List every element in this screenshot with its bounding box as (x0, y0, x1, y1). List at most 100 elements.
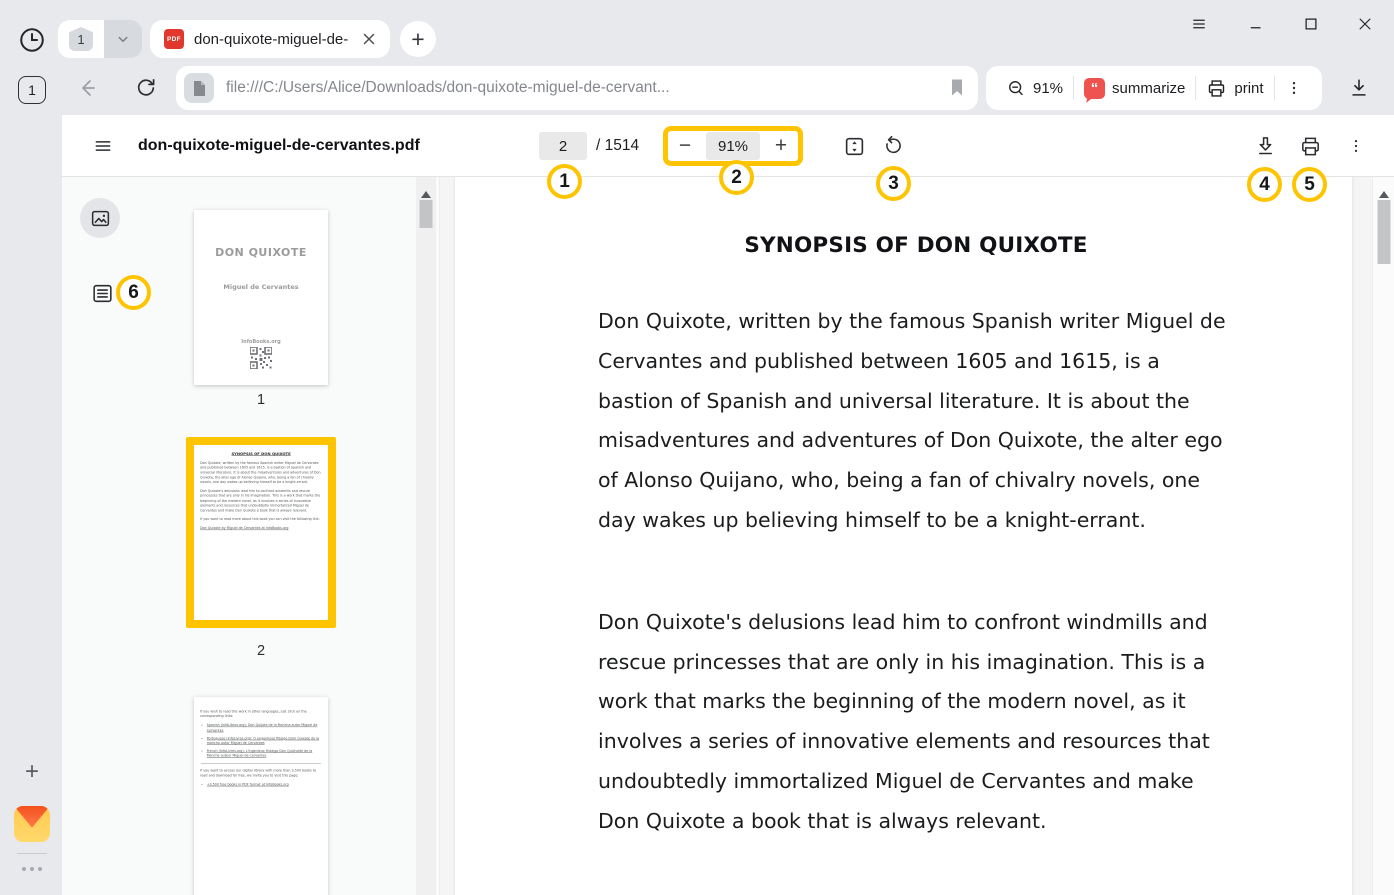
tiny-line: If you want to access our digital librar… (200, 768, 322, 778)
printer-icon (1299, 135, 1322, 158)
download-icon (1348, 77, 1370, 99)
tiny-link: +3,500 free books in PDF format at InfoB… (207, 782, 322, 787)
close-icon (1356, 15, 1374, 33)
tiny-link: Don Quixote by Miguel de Cervantes at In… (200, 526, 322, 531)
rail-more-button[interactable] (20, 862, 44, 876)
left-rail: 1 + (0, 60, 62, 895)
tab-group-expand-button[interactable] (104, 20, 142, 58)
summarize-quote-icon: “ (1084, 78, 1105, 99)
kebab-menu-icon (1285, 79, 1303, 97)
tab-group-button[interactable]: 1 (58, 20, 104, 58)
download-arrow-icon (1254, 135, 1277, 158)
page-thumbnail-2-content: SYNOPSIS OF DON QUIXOTE Don Quixote, wri… (194, 445, 328, 620)
sidebar-scrollbar[interactable] (416, 177, 436, 895)
address-toolbar: file:///C:/Users/Alice/Downloads/don-qui… (62, 60, 1394, 115)
clock-icon (17, 25, 47, 55)
scroll-up-arrow[interactable] (421, 186, 431, 198)
downloads-button[interactable] (1344, 74, 1374, 102)
cover-site: InfoBooks.org (194, 339, 328, 345)
maximize-button[interactable] (1296, 10, 1326, 38)
rail-add-button[interactable]: + (20, 760, 44, 784)
thumbnails-view-button[interactable] (80, 198, 120, 238)
pdf-filename: don-quixote-miguel-de-cervantes.pdf (138, 115, 420, 177)
url-text: file:///C:/Users/Alice/Downloads/don-qui… (226, 79, 948, 97)
tiny-link: French (InfoLivres.org): L'Ingenieux Hid… (207, 749, 322, 759)
thumbnail-page-number: 2 (194, 643, 328, 659)
rail-divider (17, 853, 47, 854)
page-zoom-indicator[interactable]: 91% (996, 66, 1073, 110)
tiny-line: If you wish to read this work in other l… (200, 709, 322, 719)
page-count-label: / 1514 (596, 115, 639, 177)
zoom-level-value[interactable]: 91% (706, 132, 760, 160)
minimize-button[interactable] (1241, 10, 1271, 38)
tab-close-button[interactable] (358, 28, 380, 50)
maximize-icon (1302, 15, 1320, 33)
document-heading: SYNOPSIS OF DON QUIXOTE (598, 233, 1234, 258)
address-bar[interactable]: file:///C:/Users/Alice/Downloads/don-qui… (176, 66, 978, 110)
reload-button[interactable] (132, 74, 160, 102)
pdf-viewport[interactable]: SYNOPSIS OF DON QUIXOTE Don Quixote, wri… (440, 177, 1372, 895)
page-thumbnail-2-selected[interactable]: SYNOPSIS OF DON QUIXOTE Don Quixote, wri… (186, 437, 336, 628)
print-button[interactable]: print (1196, 66, 1273, 110)
annotation-callout-3: 3 (876, 166, 911, 201)
zoom-in-button[interactable]: + (770, 135, 792, 157)
close-icon (362, 32, 376, 46)
pdf-page: SYNOPSIS OF DON QUIXOTE Don Quixote, wri… (455, 177, 1352, 895)
summarize-button[interactable]: “ summarize (1074, 66, 1195, 110)
browser-menu-button[interactable] (1184, 10, 1214, 38)
qr-code (250, 347, 272, 369)
annotation-callout-2: 2 (719, 160, 754, 195)
tab-bar: 1 PDF don-quixote-miguel-de- + (0, 0, 1394, 60)
scrollbar-thumb[interactable] (420, 200, 433, 228)
browser-window: 1 PDF don-quixote-miguel-de- + (0, 0, 1394, 895)
fit-to-page-button[interactable] (839, 115, 869, 177)
pdf-menu-button[interactable] (90, 115, 116, 177)
outline-view-button[interactable] (88, 279, 116, 307)
rail-tab-counter[interactable]: 1 (18, 76, 46, 104)
thumbnail-page-number: 1 (194, 392, 328, 408)
page-number-input[interactable] (539, 132, 587, 160)
file-icon (184, 73, 214, 103)
close-window-button[interactable] (1350, 10, 1380, 38)
cover-author: Miguel de Cervantes (194, 283, 328, 291)
tiny-line: If you want to read more about this book… (200, 517, 322, 522)
tab-title: don-quixote-miguel-de- (194, 31, 358, 48)
chevron-down-icon (114, 30, 132, 48)
new-tab-button[interactable]: + (400, 21, 436, 57)
rotate-icon (882, 135, 904, 157)
history-button[interactable] (16, 24, 48, 56)
scrollbar-thumb[interactable] (1377, 200, 1390, 264)
mail-app-icon[interactable] (14, 806, 50, 842)
document-scrollbar[interactable] (1372, 177, 1394, 895)
page-thumbnail-3[interactable]: If you wish to read this work in other l… (194, 697, 328, 895)
reload-icon (134, 76, 158, 100)
tab-group-badge: 1 (69, 27, 93, 51)
more-actions-button[interactable] (1275, 66, 1313, 110)
envelope-flap (14, 806, 50, 828)
cover-title: DON QUIXOTE (194, 246, 328, 259)
pdf-more-button[interactable] (1341, 115, 1371, 177)
image-icon (89, 207, 112, 230)
bookmark-icon[interactable] (948, 78, 966, 98)
fit-page-icon (843, 135, 866, 158)
menu-icon (1190, 15, 1208, 33)
tiny-heading: SYNOPSIS OF DON QUIXOTE (200, 452, 322, 457)
page-zoom-value: 91% (1033, 80, 1063, 97)
page-actions: 91% “ summarize print (986, 66, 1322, 110)
document-paragraph: Don Quixote's delusions lead him to conf… (598, 603, 1234, 842)
back-button[interactable] (76, 74, 104, 102)
tiny-paragraph: Don Quixote, written by the famous Spani… (200, 461, 322, 485)
print-label: print (1234, 80, 1263, 97)
tiny-paragraph: Don Quixote's delusions lead him to conf… (200, 489, 322, 513)
summarize-label: summarize (1112, 80, 1185, 97)
active-tab[interactable]: PDF don-quixote-miguel-de- (150, 20, 390, 58)
back-arrow-icon (78, 76, 102, 100)
tiny-link: Portuguese (InfoLivros.org): O engenhoso… (207, 736, 322, 746)
scroll-up-arrow[interactable] (1379, 186, 1389, 198)
zoom-out-button[interactable]: − (674, 135, 696, 157)
hamburger-icon (93, 136, 113, 156)
zoom-out-magnifier-icon (1006, 78, 1026, 98)
annotation-callout-1: 1 (547, 164, 582, 199)
page-thumbnail-1[interactable]: DON QUIXOTE Miguel de Cervantes InfoBook… (194, 210, 328, 385)
pdf-file-icon: PDF (164, 29, 184, 49)
